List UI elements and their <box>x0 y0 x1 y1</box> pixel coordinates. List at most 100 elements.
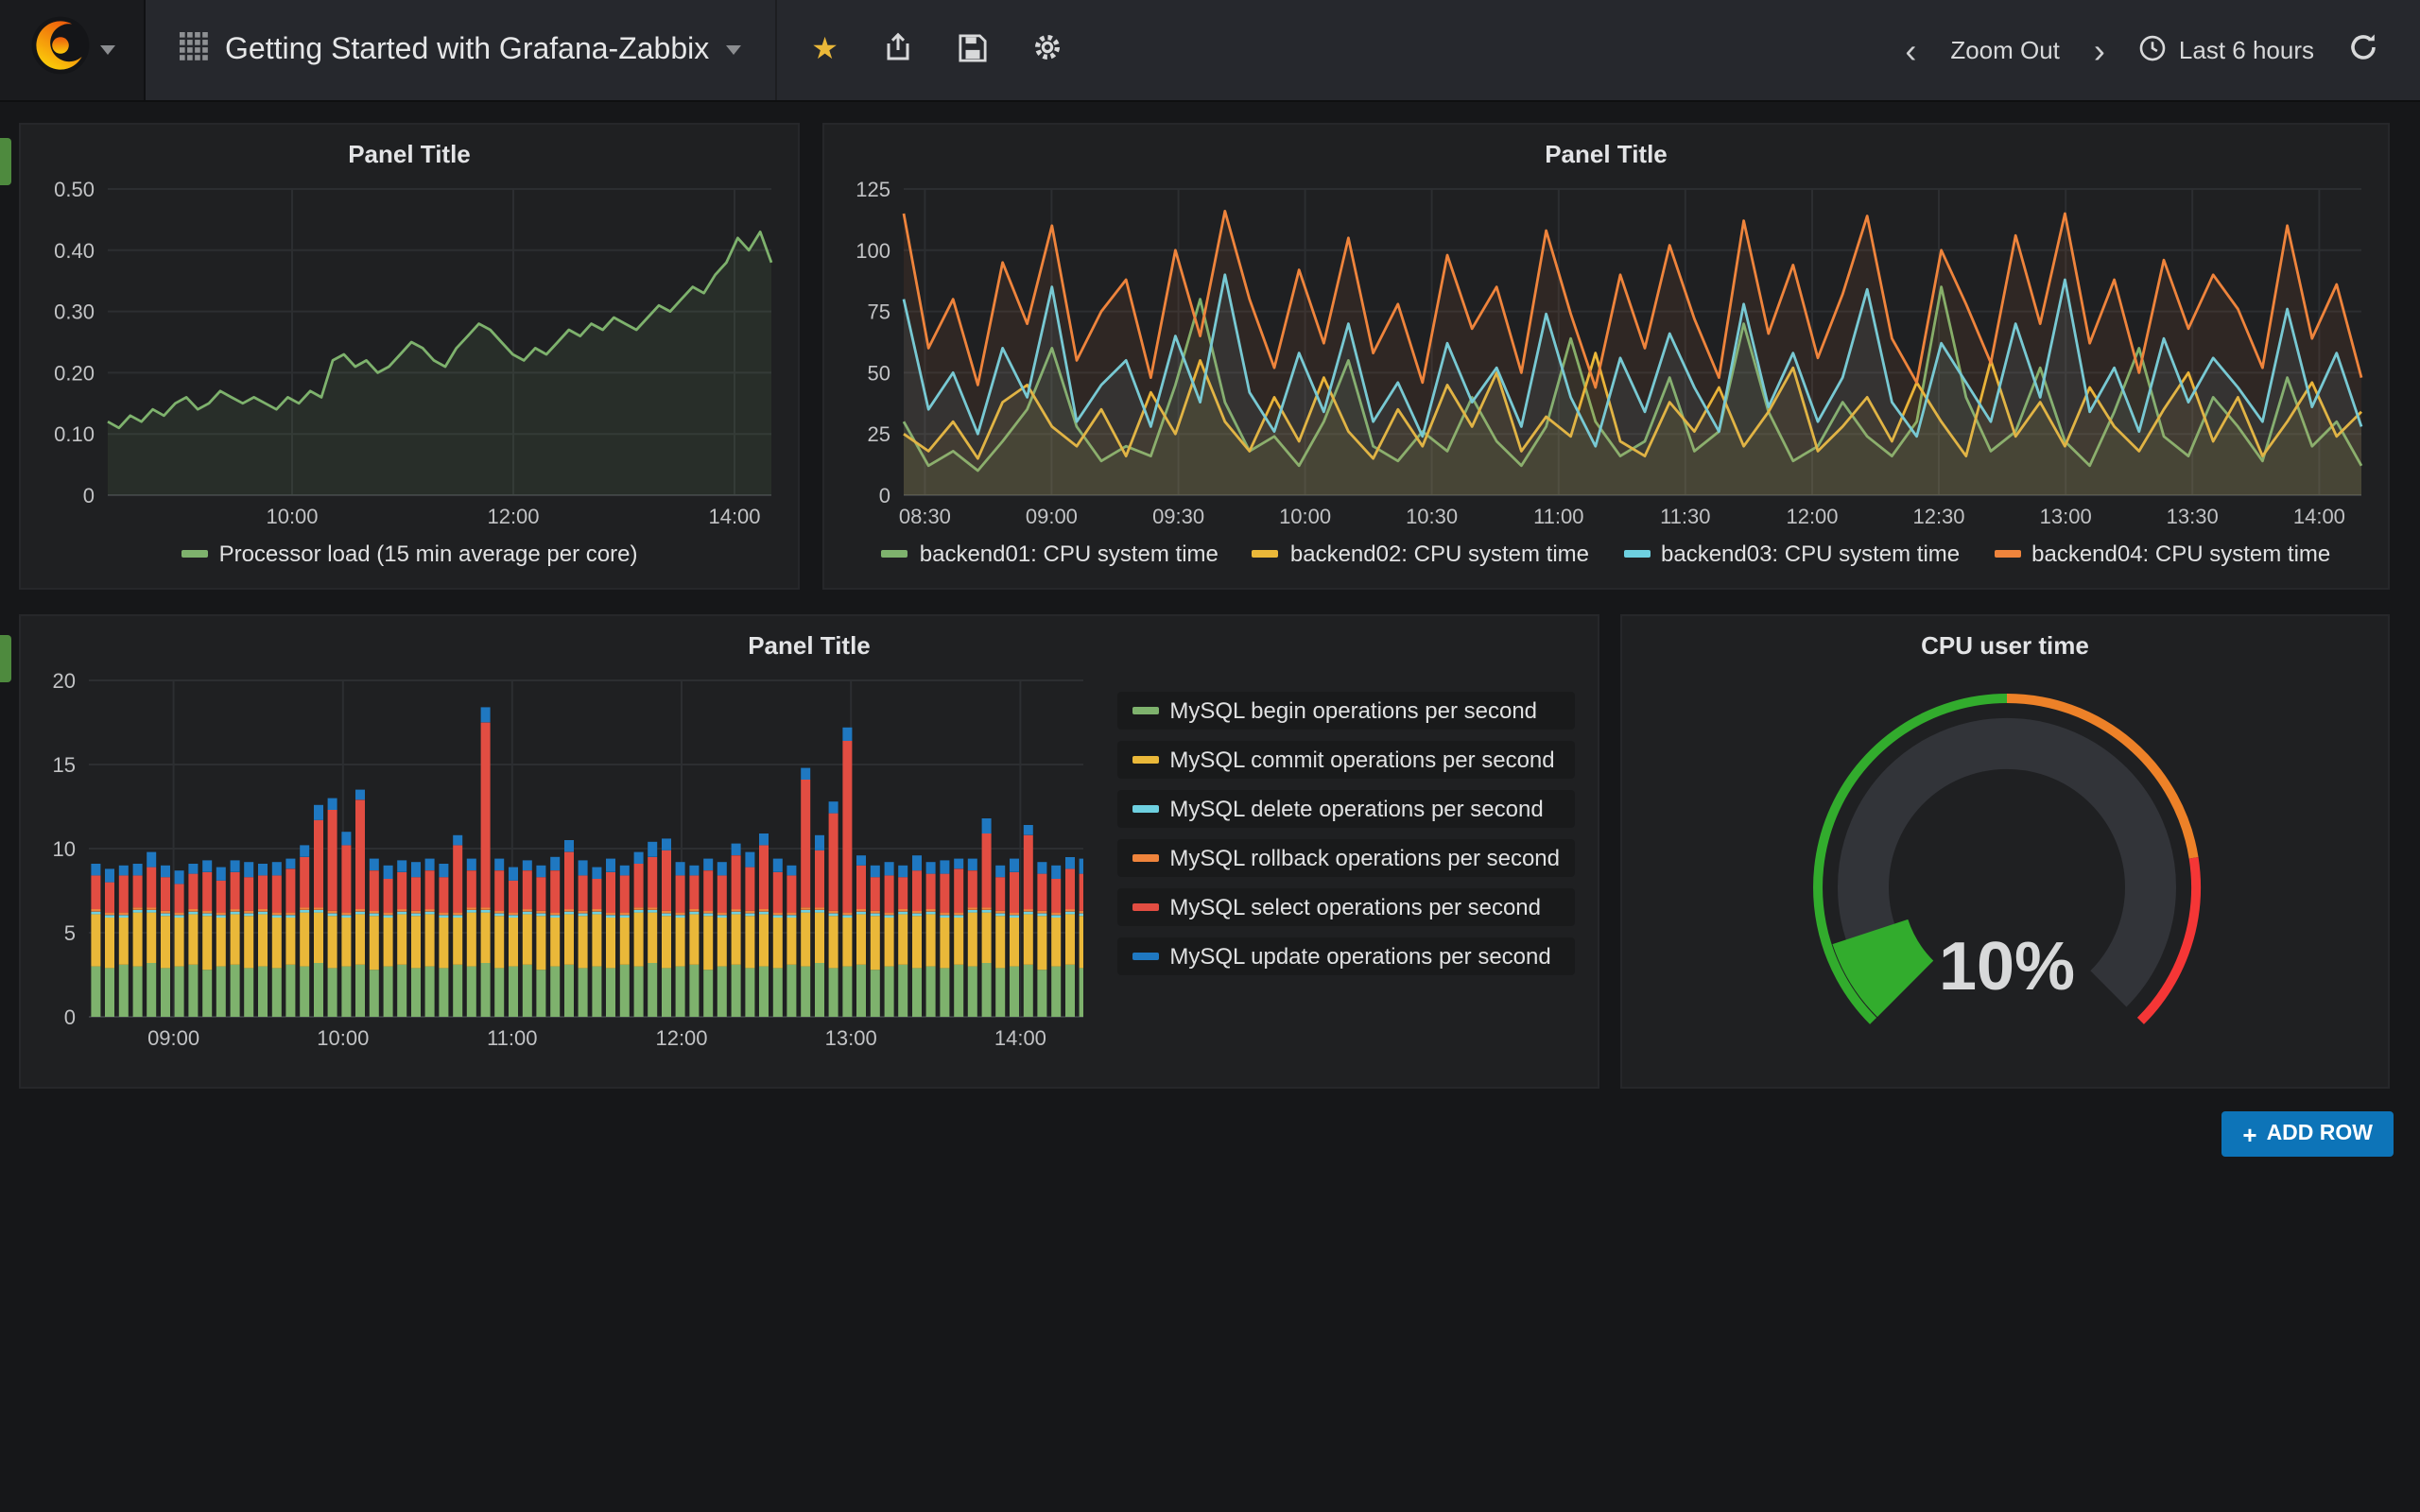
processor-load-chart[interactable]: 10:0012:0014:0000.100.200.300.400.50 <box>36 174 786 533</box>
svg-text:11:30: 11:30 <box>1660 505 1710 528</box>
svg-text:25: 25 <box>868 422 890 446</box>
legend-label: MySQL begin operations per second <box>1169 697 1537 724</box>
refresh-button[interactable] <box>2333 21 2394 79</box>
svg-text:12:00: 12:00 <box>655 1026 707 1050</box>
legend-item[interactable]: Processor load (15 min average per core) <box>182 541 638 567</box>
svg-text:20: 20 <box>53 669 76 693</box>
star-dashboard-button[interactable]: ★ <box>796 24 854 77</box>
legend-item[interactable]: MySQL commit operations per second <box>1116 741 1575 779</box>
legend-swatch <box>1132 756 1158 764</box>
time-shift-forward-button[interactable]: › <box>2079 27 2120 73</box>
svg-text:10:00: 10:00 <box>1279 505 1331 528</box>
time-range-picker[interactable]: Last 6 hours <box>2124 22 2329 78</box>
dashboard-settings-button[interactable] <box>1018 21 1079 79</box>
panel-processor-load: Panel Title 10:0012:0014:0000.100.200.30… <box>19 123 800 590</box>
grafana-main-menu[interactable] <box>0 0 146 100</box>
svg-text:0: 0 <box>64 1005 76 1029</box>
add-row-label: ADD ROW <box>2267 1123 2373 1145</box>
legend-item[interactable]: backend03: CPU system time <box>1623 541 1960 567</box>
legend-label: Processor load (15 min average per core) <box>219 541 638 567</box>
svg-text:13:00: 13:00 <box>2040 505 2092 528</box>
legend-swatch <box>1132 903 1158 911</box>
svg-text:12:00: 12:00 <box>487 505 539 528</box>
svg-text:09:30: 09:30 <box>1152 505 1204 528</box>
add-row-button[interactable]: + ADD ROW <box>2221 1111 2394 1157</box>
row-collapse-tab[interactable] <box>0 138 11 185</box>
panel-title[interactable]: Panel Title <box>839 136 2373 174</box>
zoom-out-button[interactable]: Zoom Out <box>1935 25 2075 76</box>
cpu-user-time-gauge[interactable]: 10% <box>1637 665 2377 1072</box>
legend-label: backend02: CPU system time <box>1290 541 1589 567</box>
legend-item[interactable]: MySQL update operations per second <box>1116 937 1575 975</box>
legend-item[interactable]: MySQL delete operations per second <box>1116 790 1575 828</box>
legend-item[interactable]: backend01: CPU system time <box>882 541 1219 567</box>
legend-label: backend03: CPU system time <box>1661 541 1960 567</box>
mysql-operations-chart[interactable]: 09:0010:0011:0012:0013:0014:0005101520 <box>36 665 1082 1055</box>
plus-icon: + <box>2242 1120 2256 1148</box>
svg-text:125: 125 <box>856 178 890 201</box>
legend-item[interactable]: MySQL begin operations per second <box>1116 692 1575 730</box>
share-icon <box>884 32 914 68</box>
legend-swatch <box>1132 953 1158 960</box>
svg-text:13:30: 13:30 <box>2167 505 2219 528</box>
grafana-logo-icon <box>29 15 90 85</box>
legend-label: MySQL rollback operations per second <box>1169 845 1560 871</box>
svg-text:0.40: 0.40 <box>54 239 95 263</box>
legend: backend01: CPU system time backend02: CP… <box>839 533 2373 575</box>
svg-text:5: 5 <box>64 921 76 945</box>
panel-mysql-operations: Panel Title 09:0010:0011:0012:0013:0014:… <box>19 614 1599 1089</box>
legend-item[interactable]: MySQL rollback operations per second <box>1116 839 1575 877</box>
save-icon <box>959 33 988 67</box>
legend-item[interactable]: backend02: CPU system time <box>1253 541 1589 567</box>
zoom-out-label: Zoom Out <box>1950 36 2060 64</box>
svg-text:10: 10 <box>53 837 76 861</box>
legend: Processor load (15 min average per core) <box>36 533 783 575</box>
time-range-label: Last 6 hours <box>2179 36 2314 64</box>
star-icon: ★ <box>811 35 838 65</box>
svg-text:0.30: 0.30 <box>54 301 95 324</box>
svg-text:13:00: 13:00 <box>825 1026 877 1050</box>
svg-text:0.50: 0.50 <box>54 178 95 201</box>
refresh-icon <box>2348 32 2378 68</box>
legend-item[interactable]: backend04: CPU system time <box>1994 541 2330 567</box>
svg-text:0: 0 <box>83 484 95 507</box>
legend-swatch <box>1994 550 2020 558</box>
svg-text:75: 75 <box>868 301 890 324</box>
backend-cpu-chart[interactable]: 08:3009:0009:3010:0010:3011:0011:3012:00… <box>839 174 2377 533</box>
svg-text:12:30: 12:30 <box>1912 505 1964 528</box>
legend-label: MySQL update operations per second <box>1169 943 1550 970</box>
chevron-down-icon <box>99 45 114 55</box>
legend-label: backend04: CPU system time <box>2031 541 2330 567</box>
dashboard-grid-icon <box>180 31 208 69</box>
clock-icon <box>2139 33 2168 67</box>
save-dashboard-button[interactable] <box>944 22 1003 78</box>
panel-title[interactable]: CPU user time <box>1637 627 2373 665</box>
legend-label: MySQL select operations per second <box>1169 894 1541 920</box>
legend-item[interactable]: MySQL select operations per second <box>1116 888 1575 926</box>
legend-label: MySQL delete operations per second <box>1169 796 1543 822</box>
svg-text:10:30: 10:30 <box>1406 505 1458 528</box>
panel-title[interactable]: Panel Title <box>36 136 783 174</box>
panel-title[interactable]: Panel Title <box>36 627 1582 665</box>
row-collapse-tab[interactable] <box>0 635 11 682</box>
svg-text:14:00: 14:00 <box>708 505 760 528</box>
time-shift-back-button[interactable]: ‹ <box>1890 27 1931 73</box>
legend: MySQL begin operations per second MySQL … <box>1082 665 1582 1055</box>
svg-text:0.20: 0.20 <box>54 361 95 385</box>
svg-text:09:00: 09:00 <box>1026 505 1078 528</box>
svg-text:10%: 10% <box>1939 929 2075 1005</box>
svg-text:09:00: 09:00 <box>147 1026 199 1050</box>
panel-cpu-user-time: CPU user time 10% <box>1620 614 2390 1089</box>
svg-text:10:00: 10:00 <box>317 1026 369 1050</box>
legend-swatch <box>1132 707 1158 714</box>
svg-text:100: 100 <box>856 239 890 263</box>
svg-text:50: 50 <box>868 361 890 385</box>
dashboard-picker[interactable]: Getting Started with Grafana-Zabbix <box>146 0 777 100</box>
navbar: Getting Started with Grafana-Zabbix ★ <box>0 0 2420 102</box>
legend-swatch <box>1623 550 1650 558</box>
panel-backend-cpu: Panel Title 08:3009:0009:3010:0010:3011:… <box>822 123 2390 590</box>
svg-text:11:00: 11:00 <box>487 1026 537 1050</box>
svg-text:14:00: 14:00 <box>2293 505 2345 528</box>
share-dashboard-button[interactable] <box>869 21 929 79</box>
time-controls: ‹ Zoom Out › Last 6 hours <box>1890 21 2420 79</box>
